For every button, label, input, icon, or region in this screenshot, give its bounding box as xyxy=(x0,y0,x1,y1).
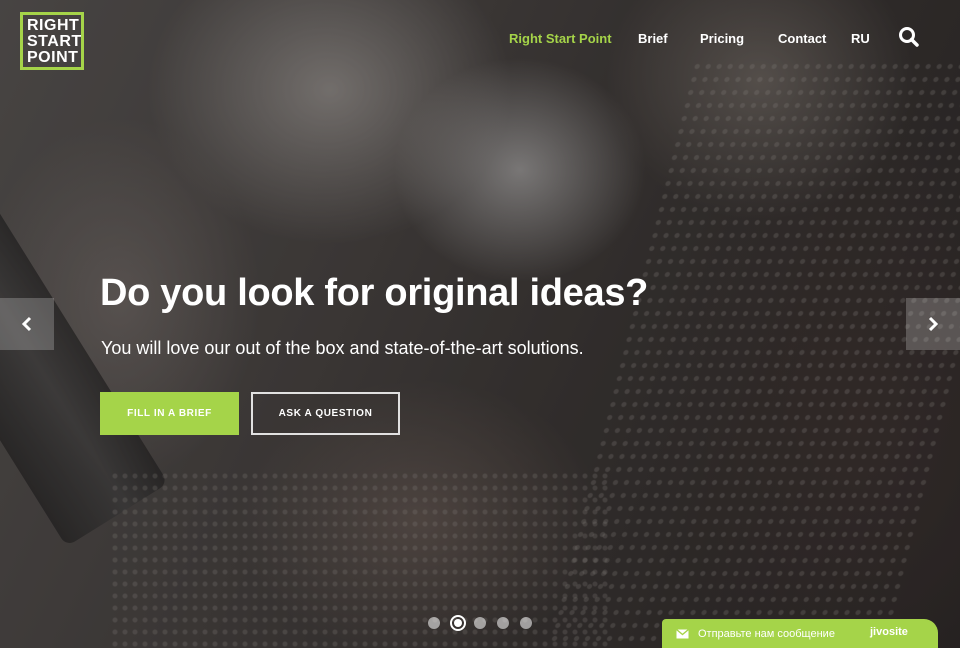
nav-item-pricing[interactable]: Pricing xyxy=(700,30,744,48)
main-nav: Right Start Point Brief Pricing Contact … xyxy=(0,30,960,48)
envelope-icon xyxy=(676,628,689,638)
search-icon[interactable] xyxy=(898,26,920,48)
slider-next-button[interactable] xyxy=(906,298,960,350)
chat-brand-label: jivosite xyxy=(870,626,908,638)
slider-prev-button[interactable] xyxy=(0,298,54,350)
slider-dot-5[interactable] xyxy=(520,617,532,629)
nav-item-contact[interactable]: Contact xyxy=(778,30,826,48)
slider-dot-2[interactable] xyxy=(450,615,466,631)
nav-item-right-start-point[interactable]: Right Start Point xyxy=(509,30,612,48)
fill-in-brief-button[interactable]: FILL IN A BRIEF xyxy=(100,392,239,435)
slider-dot-1[interactable] xyxy=(428,617,440,629)
chevron-right-icon xyxy=(928,316,939,332)
hero-background xyxy=(0,0,960,648)
nav-item-brief[interactable]: Brief xyxy=(638,30,668,48)
ask-question-button[interactable]: ASK A QUESTION xyxy=(251,392,400,435)
slide-subheadline: You will love our out of the box and sta… xyxy=(101,338,584,358)
hero-overlay xyxy=(0,0,960,648)
chat-widget[interactable]: Отправьте нам сообщение jivosite xyxy=(662,619,938,648)
logo-line-3: POINT xyxy=(27,49,79,66)
slider-pagination xyxy=(428,615,538,631)
slider-dot-3[interactable] xyxy=(474,617,486,629)
slide-headline: Do you look for original ideas? xyxy=(100,272,649,314)
slider-dot-4[interactable] xyxy=(497,617,509,629)
nav-item-language-ru[interactable]: RU xyxy=(851,30,870,48)
chevron-left-icon xyxy=(21,316,32,332)
chat-message-label: Отправьте нам сообщение xyxy=(698,627,835,640)
